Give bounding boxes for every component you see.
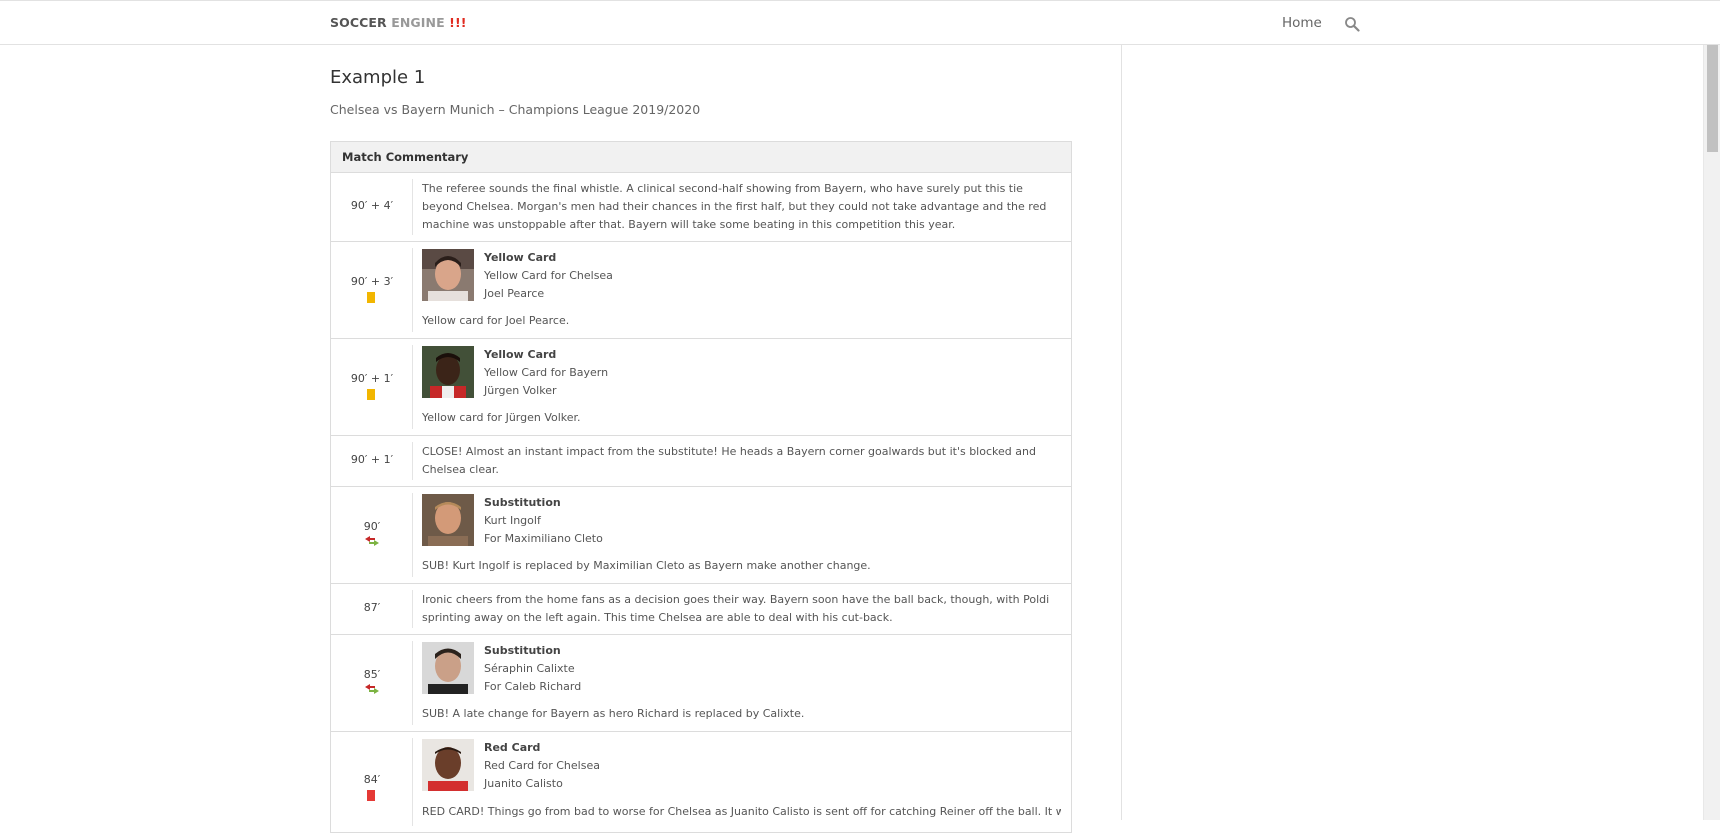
commentary-text: CLOSE! Almost an instant impact from the…: [422, 445, 1036, 476]
page-title: Example 1: [330, 67, 426, 88]
time-column: 90′ + 3′: [331, 242, 413, 338]
event-team: Yellow Card for Bayern: [484, 366, 609, 379]
commentary-text: RED CARD! Things go from bad to worse fo…: [422, 805, 1061, 818]
player-photo: [422, 642, 474, 694]
player-photo: [422, 494, 474, 546]
minute-label: 90′ + 3′: [350, 275, 394, 288]
column-divider: [412, 641, 413, 725]
event-player-out: For Caleb Richard: [484, 680, 582, 693]
time-column: 84′: [331, 732, 413, 832]
commentary-row: 87′ Ironic cheers from the home fans as …: [331, 584, 1071, 635]
commentary-text: Ironic cheers from the home fans as a de…: [422, 593, 1050, 624]
column-divider: [412, 590, 413, 628]
column-divider: [412, 738, 413, 826]
commentary-row: 90′ + 4′ The referee sounds the final wh…: [331, 173, 1071, 242]
minute-label: 90′ + 1′: [350, 372, 394, 385]
yellow-card-icon: [367, 389, 375, 400]
event-title: Substitution: [484, 644, 561, 657]
time-column: 90′ + 1′: [331, 339, 413, 435]
nav-home-link[interactable]: Home: [1282, 15, 1322, 31]
column-divider: [412, 493, 413, 577]
search-icon[interactable]: [1344, 16, 1360, 32]
minute-label: 90′: [363, 520, 381, 533]
site-logo[interactable]: SOCCER ENGINE !!!: [330, 15, 467, 30]
event-player-out: For Maximiliano Cleto: [484, 532, 603, 545]
event-title: Red Card: [484, 741, 541, 754]
commentary-text: SUB! A late change for Bayern as hero Ri…: [422, 707, 805, 720]
event-player-in: Kurt Ingolf: [484, 514, 541, 527]
minute-label: 87′: [363, 601, 381, 614]
page-scrollbar[interactable]: [1703, 45, 1720, 820]
event-title: Yellow Card: [484, 251, 557, 264]
time-column: 87′: [331, 584, 413, 634]
player-photo: [422, 739, 474, 791]
page-subtitle: Chelsea vs Bayern Munich – Champions Lea…: [330, 102, 701, 117]
commentary-row: 84′ Red Card Red Card for Chelsea Juanit…: [331, 732, 1071, 832]
red-card-icon: [367, 790, 375, 801]
column-divider: [412, 179, 413, 235]
commentary-row: 90′ Substitution Kurt Ingolf For Maximil…: [331, 487, 1071, 584]
sidebar-divider: [1121, 45, 1122, 820]
event-player: Joel Pearce: [484, 287, 545, 300]
minute-label: 84′: [363, 773, 381, 786]
commentary-text: Yellow card for Jürgen Volker.: [422, 411, 581, 424]
column-divider: [412, 345, 413, 429]
yellow-card-icon: [367, 292, 375, 303]
site-header: SOCCER ENGINE !!! Home: [0, 0, 1720, 45]
commentary-row: 90′ + 1′ CLOSE! Almost an instant impact…: [331, 436, 1071, 487]
event-team: Red Card for Chelsea: [484, 759, 600, 772]
event-player: Jürgen Volker: [484, 384, 557, 397]
event-player: Juanito Calisto: [484, 777, 563, 790]
event-title: Substitution: [484, 496, 561, 509]
player-photo: [422, 249, 474, 301]
minute-label: 90′ + 4′: [350, 199, 394, 212]
event-team: Yellow Card for Chelsea: [484, 269, 613, 282]
column-divider: [412, 248, 413, 332]
commentary-row: 85′ Substitution Séraphin Calixte For Ca…: [331, 635, 1071, 732]
commentary-row: 90′ + 3′ Yellow Card Yellow Card for Che…: [331, 242, 1071, 339]
commentary-text: The referee sounds the final whistle. A …: [422, 182, 1047, 231]
substitution-icon: [365, 536, 379, 546]
minute-label: 85′: [363, 668, 381, 681]
commentary-text: Yellow card for Joel Pearce.: [422, 314, 570, 327]
player-photo: [422, 346, 474, 398]
column-divider: [412, 442, 413, 480]
scrollbar-thumb[interactable]: [1707, 45, 1718, 152]
substitution-icon: [365, 684, 379, 694]
event-title: Yellow Card: [484, 348, 557, 361]
commentary-row: 90′ + 1′ Yellow Card Yellow Card for Bay…: [331, 339, 1071, 436]
minute-label: 90′ + 1′: [350, 453, 394, 466]
time-column: 85′: [331, 635, 413, 731]
logo-text-exclaim: !!!: [449, 15, 467, 30]
logo-text-engine: ENGINE: [386, 15, 450, 30]
match-commentary-header: Match Commentary: [331, 142, 1071, 173]
commentary-text: SUB! Kurt Ingolf is replaced by Maximili…: [422, 559, 871, 572]
match-commentary-table: Match Commentary 90′ + 4′ The referee so…: [330, 141, 1072, 833]
time-column: 90′ + 1′: [331, 436, 413, 486]
event-player-in: Séraphin Calixte: [484, 662, 575, 675]
time-column: 90′ + 4′: [331, 173, 413, 241]
time-column: 90′: [331, 487, 413, 583]
logo-text-soccer: SOCCER: [330, 15, 387, 30]
